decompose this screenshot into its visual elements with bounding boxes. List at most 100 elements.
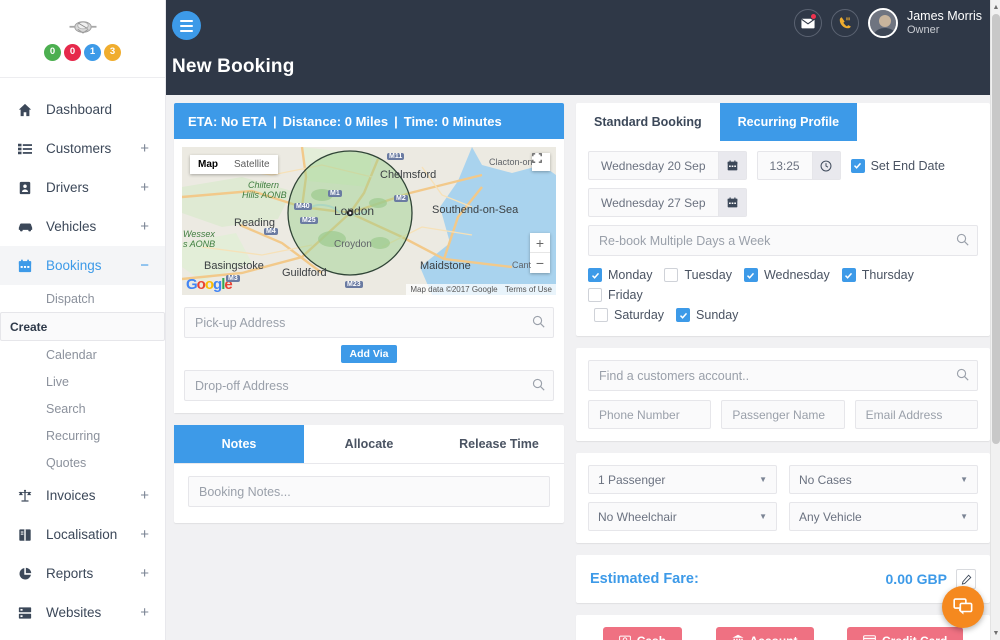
sidebar-subitem-create[interactable]: Create xyxy=(0,312,165,341)
expand-indicator: + xyxy=(140,140,149,157)
scroll-up-arrow[interactable]: ▲ xyxy=(991,1,1000,13)
sidebar-item-customers[interactable]: Customers + xyxy=(0,129,165,168)
map-canvas[interactable]: Map Satellite + − Google Map data ©2017 … xyxy=(182,147,556,295)
tab-recurring-profile[interactable]: Recurring Profile xyxy=(719,103,858,141)
map-wrapper: Map Satellite + − Google Map data ©2017 … xyxy=(174,139,564,303)
dropoff-address-placeholder: Drop-off Address xyxy=(195,378,289,393)
checkbox[interactable] xyxy=(743,268,758,282)
sidebar-item-bookings[interactable]: Bookings − xyxy=(0,246,165,285)
sidebar-subitem-live[interactable]: Live xyxy=(0,368,165,395)
badge-blue[interactable]: 1 xyxy=(84,43,101,61)
wheelchair-select[interactable]: No Wheelchair ▼ xyxy=(588,502,777,531)
sidebar-item-dashboard[interactable]: Dashboard xyxy=(0,90,165,129)
sidebar-item-drivers[interactable]: Drivers + xyxy=(0,168,165,207)
map-type-map[interactable]: Map xyxy=(190,155,226,174)
clock-icon[interactable] xyxy=(811,152,840,179)
checkbox[interactable] xyxy=(588,288,602,302)
user-info[interactable]: James Morris Owner xyxy=(907,9,982,37)
zoom-out-button[interactable]: − xyxy=(530,253,550,273)
email-address-input[interactable]: Email Address xyxy=(854,400,978,429)
set-end-date-checkbox[interactable] xyxy=(850,158,865,173)
google-logo: Google xyxy=(186,276,233,293)
add-via-button[interactable]: Add Via xyxy=(340,345,398,363)
expand-indicator: + xyxy=(140,604,149,621)
weekday-sunday[interactable]: Sunday xyxy=(676,308,738,322)
weekday-tuesday[interactable]: Tuesday xyxy=(664,268,732,282)
map-road-label: M40 xyxy=(294,203,312,210)
chat-icon[interactable] xyxy=(942,586,984,628)
account-button[interactable]: Account xyxy=(715,627,814,640)
search-icon[interactable] xyxy=(956,233,969,249)
sidebar-item-label: Websites xyxy=(46,605,102,620)
badge-green[interactable]: 0 xyxy=(44,43,61,61)
booking-notes-input[interactable]: Booking Notes... xyxy=(188,476,550,507)
passengers-select[interactable]: 1 Passenger ▼ xyxy=(588,465,777,494)
checkbox[interactable] xyxy=(588,268,602,282)
badge-red[interactable]: 0 xyxy=(64,43,81,61)
map-type-satellite[interactable]: Satellite xyxy=(226,155,278,174)
booking-type-tabs: Standard Booking Recurring Profile xyxy=(576,103,990,141)
sidebar-subitem-quotes[interactable]: Quotes xyxy=(0,449,165,476)
checkbox[interactable] xyxy=(594,308,608,322)
sidebar-item-kiosks[interactable]: Kiosks + xyxy=(0,632,165,640)
sidebar-subitem-calendar[interactable]: Calendar xyxy=(0,341,165,368)
tab-allocate[interactable]: Allocate xyxy=(304,425,434,463)
sidebar-item-invoices[interactable]: Invoices + xyxy=(0,476,165,515)
sidebar-item-localisation[interactable]: Localisation + xyxy=(0,515,165,554)
vertical-scrollbar[interactable]: ▲ ▼ xyxy=(990,0,1000,640)
calendar-icon[interactable] xyxy=(717,189,746,216)
time-picker[interactable]: 13:25 xyxy=(756,151,841,180)
weekday-monday[interactable]: Monday xyxy=(588,268,652,282)
checkbox[interactable] xyxy=(664,268,679,282)
weekday-saturday[interactable]: Saturday xyxy=(594,308,664,322)
start-date-picker[interactable]: Wednesday 20 Sep xyxy=(588,151,747,180)
hamburger-icon[interactable] xyxy=(172,11,201,40)
sidebar-item-vehicles[interactable]: Vehicles + xyxy=(0,207,165,246)
tab-release-time[interactable]: Release Time xyxy=(434,425,564,463)
weekday-thursday[interactable]: Thursday xyxy=(841,268,914,282)
map-type-switcher[interactable]: Map Satellite xyxy=(190,155,278,174)
dropoff-address-input[interactable]: Drop-off Address xyxy=(184,370,554,401)
rebook-days-placeholder: Re-book Multiple Days a Week xyxy=(599,233,771,248)
badge-orange[interactable]: 3 xyxy=(104,43,121,61)
pickup-address-input[interactable]: Pick-up Address xyxy=(184,307,554,338)
phone-number-input[interactable]: Phone Number xyxy=(588,400,712,429)
checkbox[interactable] xyxy=(841,268,856,282)
page-title: New Booking xyxy=(172,56,295,77)
tab-notes[interactable]: Notes xyxy=(174,425,304,463)
sidebar-item-reports[interactable]: Reports + xyxy=(0,554,165,593)
search-icon[interactable] xyxy=(532,315,545,331)
credit-card-button[interactable]: Credit Card xyxy=(846,627,964,640)
envelope-icon[interactable] xyxy=(793,9,822,37)
weekday-friday[interactable]: Friday xyxy=(588,288,643,302)
scrollbar-thumb[interactable] xyxy=(992,14,1000,444)
cash-button[interactable]: Cash xyxy=(602,627,683,640)
sidebar-item-label: Bookings xyxy=(46,258,102,273)
vehicle-select[interactable]: Any Vehicle ▼ xyxy=(789,502,978,531)
tab-standard-booking[interactable]: Standard Booking xyxy=(576,103,720,141)
checkbox[interactable] xyxy=(676,308,691,322)
cases-select[interactable]: No Cases ▼ xyxy=(789,465,978,494)
end-date-row: Wednesday 27 Sep xyxy=(588,188,978,217)
phone-icon[interactable] xyxy=(830,9,859,37)
weekday-wednesday[interactable]: Wednesday xyxy=(743,268,830,282)
passengers-value: 1 Passenger xyxy=(598,472,666,487)
scroll-down-arrow[interactable]: ▼ xyxy=(991,627,1000,639)
booking-notes-placeholder: Booking Notes... xyxy=(199,484,291,499)
map-zoom-controls[interactable]: + − xyxy=(530,233,550,273)
rebook-days-input[interactable]: Re-book Multiple Days a Week xyxy=(588,225,978,256)
calendar-icon[interactable] xyxy=(717,152,746,179)
zoom-in-button[interactable]: + xyxy=(530,233,550,253)
sidebar-item-websites[interactable]: Websites + xyxy=(0,593,165,632)
search-icon[interactable] xyxy=(956,368,969,384)
terms-link[interactable]: Terms of Use xyxy=(505,285,552,294)
sidebar-subitem-search[interactable]: Search xyxy=(0,395,165,422)
sidebar-subitem-recurring[interactable]: Recurring xyxy=(0,422,165,449)
customer-account-input[interactable]: Find a customers account.. xyxy=(588,360,978,391)
sidebar-subitem-dispatch[interactable]: Dispatch xyxy=(0,285,165,312)
search-icon[interactable] xyxy=(532,378,545,394)
passenger-name-input[interactable]: Passenger Name xyxy=(721,400,845,429)
avatar[interactable] xyxy=(867,8,898,38)
set-end-date-toggle[interactable]: Set End Date xyxy=(850,158,945,173)
end-date-picker[interactable]: Wednesday 27 Sep xyxy=(588,188,747,217)
